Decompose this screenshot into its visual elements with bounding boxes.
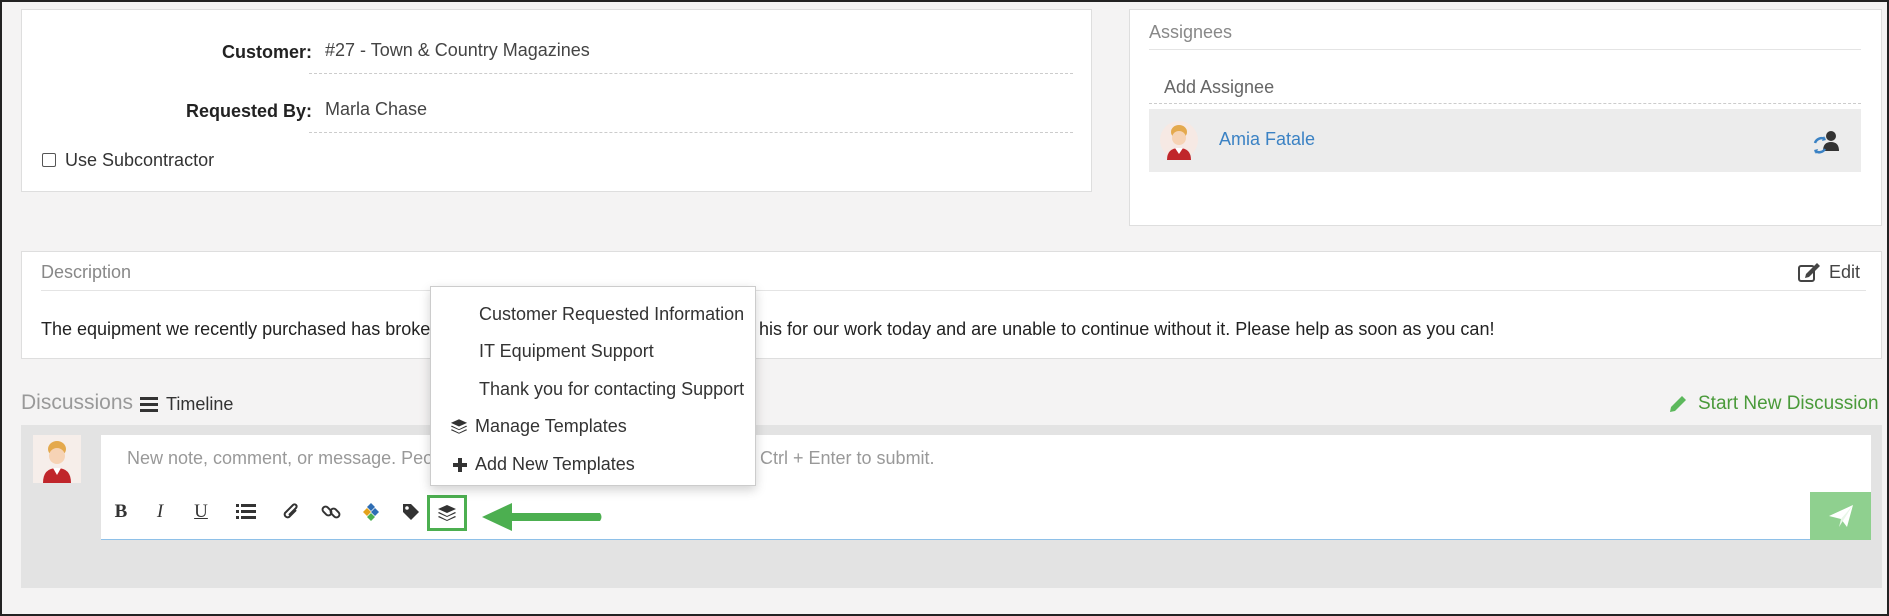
manage-templates-label: Manage Templates [475,416,627,436]
template-item-customer-requested[interactable]: Customer Requested Information [479,304,744,325]
layers-icon [450,419,468,434]
message-input-placeholder-right[interactable]: Ctrl + Enter to submit. [760,448,935,469]
description-divider [41,290,1866,291]
timeline-toggle[interactable]: Timeline [140,394,233,415]
link-icon [321,505,341,519]
arrow-annotation [482,503,602,531]
manage-templates-item[interactable]: Manage Templates [450,416,627,437]
edit-icon [1798,263,1820,282]
tag-button[interactable] [399,500,423,524]
description-panel: Description Edit The equipment we recent… [21,251,1882,359]
description-text-left: The equipment we recently purchased has … [41,319,441,339]
start-new-discussion-button[interactable]: Start New Discussion [1668,393,1879,415]
reassign-user-icon[interactable] [1811,129,1841,155]
discussions-title: Discussions [21,391,134,414]
assignees-title: Assignees [1149,22,1233,42]
dropbox-button[interactable] [359,500,383,524]
send-button[interactable] [1810,492,1871,540]
requested-by-label: Requested By: [185,101,312,121]
message-editor[interactable]: New note, comment, or message. Peopl Ctr… [101,435,1871,540]
requested-by-field[interactable]: Marla Chase [309,99,1073,133]
italic-button[interactable]: I [148,500,172,524]
list-icon [140,397,158,412]
assignees-divider [1149,49,1861,50]
edit-description-button[interactable]: Edit [1797,261,1860,283]
add-new-templates-item[interactable]: Add New Templates [453,454,635,475]
assignees-panel: Assignees Add Assignee Amia Fatale [1129,9,1882,226]
customer-field[interactable]: #27 - Town & Country Magazines [309,40,1073,74]
link-button[interactable] [319,500,343,524]
use-subcontractor-label: Use Subcontractor [65,150,215,170]
assignee-avatar [1159,120,1199,160]
tag-icon [403,504,419,520]
edit-label: Edit [1829,261,1861,282]
description-title: Description [41,262,132,282]
use-subcontractor-checkbox[interactable] [42,153,56,167]
bullet-list-icon [236,504,256,519]
add-new-templates-label: Add New Templates [475,454,635,474]
description-text-right: his for our work today and are unable to… [759,319,1495,339]
attachment-button[interactable] [279,500,303,524]
timeline-label: Timeline [166,394,234,414]
layers-icon [438,505,456,521]
template-item-thank-you[interactable]: Thank you for contacting Support [479,379,744,400]
send-icon [1828,505,1853,527]
assignee-row: Amia Fatale [1149,109,1861,172]
diamond-icon [363,503,379,521]
template-item-it-equipment[interactable]: IT Equipment Support [479,341,654,362]
template-dropdown-menu: Customer Requested Information IT Equipm… [430,286,756,486]
user-avatar [33,435,81,483]
pencil-icon [1670,396,1686,412]
bullet-list-button[interactable] [234,500,258,524]
assignee-name-link[interactable]: Amia Fatale [1219,129,1315,150]
paperclip-icon [283,503,298,519]
start-new-discussion-label: Start New Discussion [1698,393,1879,414]
templates-button[interactable] [427,495,467,531]
underline-button[interactable]: U [189,500,213,524]
add-assignee-input[interactable]: Add Assignee [1149,70,1861,104]
message-input-placeholder-left[interactable]: New note, comment, or message. Peopl [127,448,447,469]
bold-button[interactable]: B [109,500,133,524]
plus-icon [453,457,467,472]
customer-panel: Customer: #27 - Town & Country Magazines… [21,9,1092,192]
customer-label: Customer: [221,42,312,62]
